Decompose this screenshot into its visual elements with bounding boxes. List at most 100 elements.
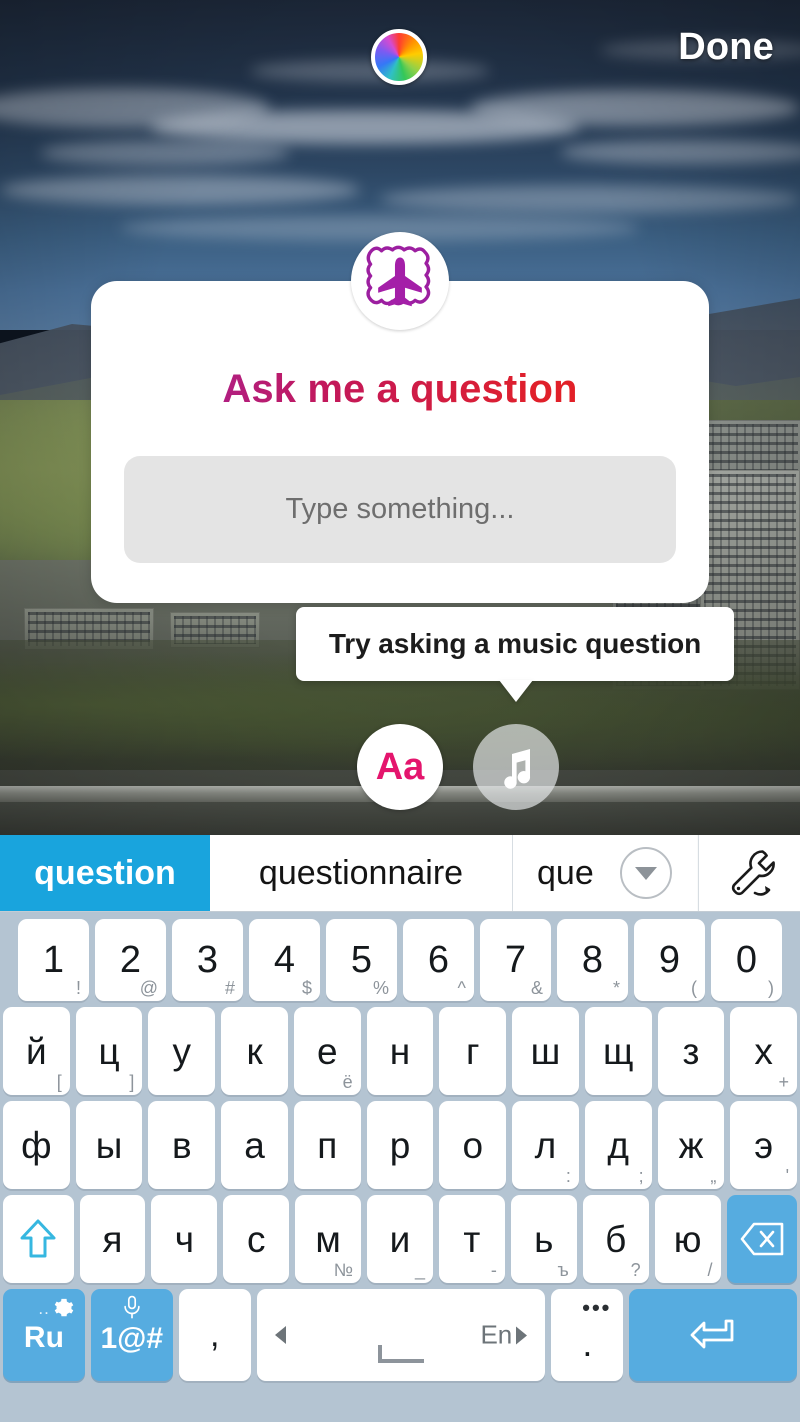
key-ve[interactable]: в: [148, 1101, 216, 1189]
key-u[interactable]: у: [148, 1007, 216, 1095]
key-2[interactable]: 2 @: [95, 919, 166, 1001]
key-8[interactable]: 8 *: [557, 919, 628, 1001]
key-zhe[interactable]: ж „: [657, 1101, 725, 1189]
arrow-left-icon[interactable]: [274, 1326, 286, 1344]
key-label: а: [244, 1124, 265, 1166]
key-7[interactable]: 7 &: [480, 919, 551, 1001]
key-soft-sign[interactable]: ьъ: [510, 1195, 577, 1283]
shift-key[interactable]: [2, 1195, 74, 1283]
key-o[interactable]: о: [439, 1101, 507, 1189]
key-0[interactable]: 0): [711, 919, 782, 1001]
keyboard-tools-button[interactable]: [698, 835, 800, 911]
language-label: Ru: [23, 1321, 64, 1354]
color-wheel-icon[interactable]: [371, 29, 427, 85]
key-ze[interactable]: з: [657, 1007, 725, 1095]
key-yu[interactable]: ю /: [654, 1195, 721, 1283]
key-alt-label: ): [768, 978, 774, 998]
key-el[interactable]: л:: [512, 1101, 579, 1189]
suggestion-0[interactable]: question: [0, 835, 210, 911]
key-ha[interactable]: х +: [730, 1007, 798, 1095]
key-label: 6: [427, 939, 450, 981]
answer-input[interactable]: Type something...: [124, 456, 676, 563]
key-ge[interactable]: г: [439, 1007, 507, 1095]
key-9[interactable]: 9(: [634, 919, 705, 1001]
key-be[interactable]: б?: [582, 1195, 649, 1283]
language-switch-key[interactable]: .. Ru: [3, 1289, 85, 1381]
key-alt-label: &: [530, 978, 543, 998]
key-ye[interactable]: её: [293, 1007, 361, 1095]
key-label: с: [246, 1218, 266, 1260]
key-3[interactable]: 3 #: [172, 919, 243, 1001]
key-label: д: [607, 1124, 629, 1166]
key-yeru[interactable]: ы: [75, 1101, 143, 1189]
key-sha[interactable]: ш: [512, 1007, 579, 1095]
key-alt-label: (: [691, 978, 697, 998]
tooltip-text: Try asking a music question: [328, 628, 702, 659]
key-label: б: [605, 1218, 627, 1260]
backspace-key[interactable]: [726, 1195, 798, 1283]
key-alt-label: ;: [638, 1166, 644, 1186]
key-label: з: [682, 1030, 700, 1072]
key-es[interactable]: с: [223, 1195, 290, 1283]
period-key[interactable]: ••• .: [551, 1289, 624, 1381]
key-en[interactable]: н: [366, 1007, 434, 1095]
key-em[interactable]: м №: [295, 1195, 362, 1283]
key-label: и: [389, 1218, 411, 1260]
key-1[interactable]: 1!: [18, 919, 89, 1001]
enter-key[interactable]: [629, 1289, 797, 1381]
key-e[interactable]: э ': [730, 1101, 798, 1189]
key-alt-label: ъ: [557, 1260, 569, 1280]
key-label: к: [246, 1030, 263, 1072]
key-label: ы: [95, 1124, 123, 1166]
key-alt-label: _: [414, 1260, 425, 1280]
space-key[interactable]: En: [256, 1289, 546, 1381]
keyboard-row-3: я ч с м № и _ т- ьъ б? ю /: [0, 1195, 800, 1283]
virtual-keyboard: question questionnaire que 1! 2 @ 3 # 4 $: [0, 835, 800, 1422]
more-symbols-dots: •••: [582, 1295, 612, 1320]
suggestion-1[interactable]: questionnaire: [210, 835, 513, 911]
key-ka[interactable]: к: [221, 1007, 288, 1095]
music-mode-button[interactable]: [473, 724, 559, 810]
key-alt-label: *: [612, 978, 620, 998]
key-ya[interactable]: я: [79, 1195, 146, 1283]
key-alt-label: #: [224, 978, 235, 998]
keyboard-rows: 1! 2 @ 3 # 4 $ 5% 6 ^ 7 & 8 * 9( 0) й[ ц] у к …: [0, 912, 800, 1389]
comma-key[interactable]: ,: [178, 1289, 251, 1381]
microphone-icon: [121, 1295, 143, 1326]
key-label: щ: [602, 1030, 634, 1072]
key-te[interactable]: т-: [438, 1195, 505, 1283]
cloud: [380, 185, 800, 213]
key-tse[interactable]: ц]: [75, 1007, 143, 1095]
chevron-down-icon[interactable]: [620, 847, 672, 899]
next-language-label[interactable]: En: [480, 1320, 528, 1351]
key-a[interactable]: а: [221, 1101, 288, 1189]
avatar: [351, 232, 449, 330]
key-label: 8: [581, 939, 604, 981]
symbols-key[interactable]: 1@#: [90, 1289, 173, 1381]
key-5[interactable]: 5%: [326, 919, 397, 1001]
key-de[interactable]: д;: [584, 1101, 652, 1189]
key-6[interactable]: 6 ^: [403, 919, 474, 1001]
key-che[interactable]: ч: [151, 1195, 218, 1283]
key-ef[interactable]: ф: [2, 1101, 70, 1189]
done-button[interactable]: Done: [678, 26, 774, 69]
key-4[interactable]: 4 $: [249, 919, 320, 1001]
key-i[interactable]: и _: [367, 1195, 433, 1283]
text-mode-button[interactable]: Aa: [357, 724, 443, 810]
key-er[interactable]: р: [366, 1101, 434, 1189]
key-label: .: [582, 1323, 593, 1364]
key-label: ш: [530, 1030, 561, 1072]
key-label: л: [534, 1124, 557, 1166]
key-label: т: [463, 1218, 481, 1260]
key-alt-label: „: [710, 1166, 717, 1186]
key-pe[interactable]: п: [293, 1101, 361, 1189]
key-alt-label: !: [75, 978, 81, 998]
key-label: 1: [42, 939, 65, 981]
key-ya-short[interactable]: й[: [2, 1007, 70, 1095]
top-bar: Done: [0, 0, 800, 110]
key-label: 9: [658, 939, 681, 981]
key-alt-label: ]: [129, 1072, 135, 1092]
key-shcha[interactable]: щ: [584, 1007, 652, 1095]
shift-arrow-icon: [20, 1219, 56, 1258]
suggestion-bar: question questionnaire que: [0, 835, 800, 912]
